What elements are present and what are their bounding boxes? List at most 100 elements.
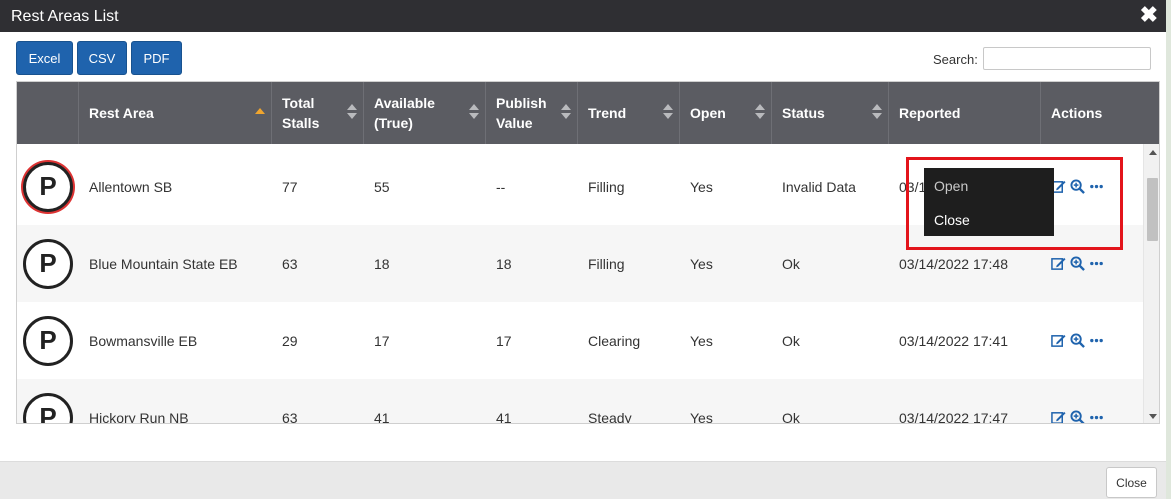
total-stalls: 63 bbox=[272, 379, 364, 423]
search-label: Search: bbox=[933, 52, 978, 67]
parking-icon: P bbox=[23, 392, 73, 423]
table-scrollbar[interactable] bbox=[1143, 144, 1159, 423]
status: Ok bbox=[772, 379, 889, 423]
actions-cell bbox=[1041, 148, 1143, 225]
column-label: Available (True) bbox=[374, 95, 435, 131]
rest-areas-table: Rest Area Total Stalls Available (True) … bbox=[16, 81, 1160, 424]
column-header-total-stalls[interactable]: Total Stalls bbox=[272, 82, 364, 144]
total-stalls: 29 bbox=[272, 302, 364, 379]
parking-icon: P bbox=[23, 315, 73, 366]
column-label: Publish Value bbox=[496, 95, 547, 131]
scroll-up-icon[interactable] bbox=[1149, 150, 1157, 155]
column-header-available[interactable]: Available (True) bbox=[364, 82, 486, 144]
zoom-icon[interactable] bbox=[1070, 333, 1085, 348]
publish-value: 18 bbox=[486, 225, 578, 302]
open-status: Yes bbox=[680, 225, 772, 302]
excel-export-button[interactable]: Excel bbox=[16, 41, 73, 75]
table-row[interactable]: P Bowmansville EB 29 17 17 Clearing Yes … bbox=[17, 302, 1143, 379]
status: Ok bbox=[772, 302, 889, 379]
close-button[interactable]: Close bbox=[1106, 467, 1157, 498]
scroll-down-icon[interactable] bbox=[1149, 414, 1157, 419]
rest-area-name: Allentown SB bbox=[79, 148, 272, 225]
parking-icon: P bbox=[23, 161, 73, 212]
scroll-thumb[interactable] bbox=[1147, 178, 1158, 241]
publish-value: 41 bbox=[486, 379, 578, 423]
parking-cell: P bbox=[17, 379, 79, 423]
sort-icon bbox=[469, 104, 479, 122]
column-label: Status bbox=[782, 105, 825, 121]
trend: Steady bbox=[578, 379, 680, 423]
sort-asc-icon bbox=[255, 104, 265, 122]
zoom-icon[interactable] bbox=[1070, 410, 1085, 424]
column-header-reported[interactable]: Reported bbox=[889, 82, 1041, 144]
table-row[interactable]: P Blue Mountain State EB 63 18 18 Fillin… bbox=[17, 225, 1143, 302]
total-stalls: 63 bbox=[272, 225, 364, 302]
pdf-export-button[interactable]: PDF bbox=[131, 41, 182, 75]
sort-icon bbox=[561, 104, 571, 122]
parking-cell: P bbox=[17, 302, 79, 379]
more-icon[interactable] bbox=[1089, 256, 1104, 271]
sort-icon bbox=[755, 104, 765, 122]
more-icon[interactable] bbox=[1089, 333, 1104, 348]
more-icon[interactable] bbox=[1089, 410, 1104, 424]
column-header-publish-value[interactable]: Publish Value bbox=[486, 82, 578, 144]
column-label: Total Stalls bbox=[282, 95, 320, 131]
column-label: Actions bbox=[1051, 105, 1103, 121]
available-stalls: 41 bbox=[364, 379, 486, 423]
parking-cell: P bbox=[17, 148, 79, 225]
close-x-icon[interactable]: ✖ bbox=[1140, 4, 1158, 26]
reported-time: 03/14/2022 17:41 bbox=[889, 302, 1041, 379]
trend: Clearing bbox=[578, 302, 680, 379]
column-label: Open bbox=[690, 105, 726, 121]
csv-export-button[interactable]: CSV bbox=[77, 41, 127, 75]
status: Ok bbox=[772, 225, 889, 302]
reported-time: 03/14/2022 17:48 bbox=[889, 225, 1041, 302]
total-stalls: 77 bbox=[272, 148, 364, 225]
available-stalls: 18 bbox=[364, 225, 486, 302]
rest-area-name: Blue Mountain State EB bbox=[79, 225, 272, 302]
modal-title: Rest Areas List bbox=[11, 8, 119, 25]
edit-icon[interactable] bbox=[1051, 333, 1066, 348]
actions-cell bbox=[1041, 379, 1143, 424]
column-header-open[interactable]: Open bbox=[680, 82, 772, 144]
table-header: Rest Area Total Stalls Available (True) … bbox=[17, 82, 1159, 144]
modal-header: Rest Areas List ✖ bbox=[0, 0, 1166, 32]
rest-area-name: Hickory Run NB bbox=[79, 379, 272, 423]
column-label: Trend bbox=[588, 105, 627, 121]
more-icon[interactable] bbox=[1089, 179, 1104, 194]
reported-time: 03/14/2022 17:47 bbox=[889, 379, 1041, 423]
zoom-icon[interactable] bbox=[1070, 179, 1085, 194]
actions-context-menu: Open Close bbox=[924, 168, 1054, 236]
parking-icon: P bbox=[23, 238, 73, 289]
sort-icon bbox=[347, 104, 357, 122]
publish-value: -- bbox=[486, 148, 578, 225]
map-backdrop-edge bbox=[1166, 0, 1171, 499]
column-label: Rest Area bbox=[89, 105, 154, 121]
open-status: Yes bbox=[680, 148, 772, 225]
table-row[interactable]: P Hickory Run NB 63 41 41 Steady Yes Ok … bbox=[17, 379, 1143, 424]
open-status: Yes bbox=[680, 379, 772, 423]
zoom-icon[interactable] bbox=[1070, 256, 1085, 271]
rest-area-name: Bowmansville EB bbox=[79, 302, 272, 379]
trend: Filling bbox=[578, 148, 680, 225]
edit-icon[interactable] bbox=[1051, 410, 1066, 424]
search-input[interactable] bbox=[983, 47, 1151, 70]
modal-footer bbox=[0, 461, 1166, 499]
actions-cell bbox=[1041, 302, 1143, 379]
column-header-trend[interactable]: Trend bbox=[578, 82, 680, 144]
available-stalls: 55 bbox=[364, 148, 486, 225]
sort-icon bbox=[872, 104, 882, 122]
column-header-status[interactable]: Status bbox=[772, 82, 889, 144]
sort-icon bbox=[663, 104, 673, 122]
open-status: Yes bbox=[680, 302, 772, 379]
trend: Filling bbox=[578, 225, 680, 302]
column-header-icon bbox=[17, 82, 79, 144]
edit-icon[interactable] bbox=[1051, 256, 1066, 271]
menu-item-open[interactable]: Open bbox=[934, 178, 968, 194]
available-stalls: 17 bbox=[364, 302, 486, 379]
column-header-actions: Actions bbox=[1041, 82, 1159, 144]
column-header-rest-area[interactable]: Rest Area bbox=[79, 82, 272, 144]
publish-value: 17 bbox=[486, 302, 578, 379]
menu-item-close[interactable]: Close bbox=[934, 212, 970, 228]
column-label: Reported bbox=[899, 105, 961, 121]
